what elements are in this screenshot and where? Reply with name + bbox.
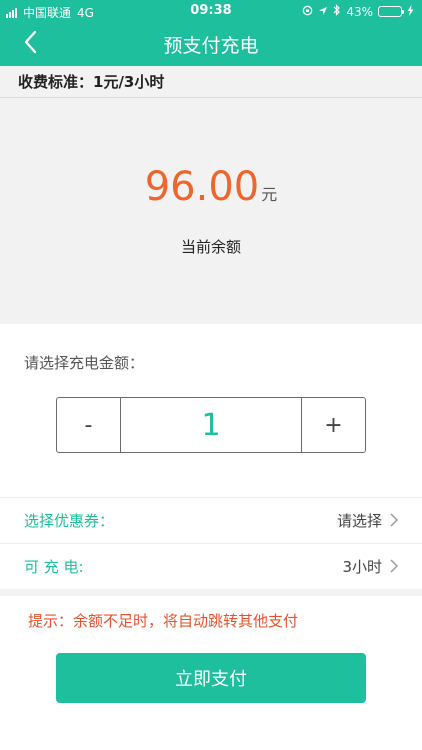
balance-panel: 96.00 元 当前余额 bbox=[0, 98, 422, 324]
coupon-label: 选择优惠券： bbox=[24, 511, 115, 530]
amount-stepper: - 1 + bbox=[56, 397, 366, 453]
minus-button[interactable]: - bbox=[57, 398, 120, 452]
nav-bar: 预支付充电 bbox=[0, 22, 422, 66]
balance-label: 当前余额 bbox=[180, 238, 241, 256]
status-right: 43% bbox=[302, 4, 414, 19]
status-bar: 中国联通 4G 09:38 43% bbox=[0, 0, 422, 22]
balance-amount: 96.00 bbox=[144, 164, 260, 210]
plus-button[interactable]: + bbox=[302, 398, 365, 452]
rotation-lock-icon bbox=[302, 5, 313, 19]
bluetooth-icon bbox=[333, 4, 341, 19]
pay-now-button[interactable]: 立即支付 bbox=[56, 653, 366, 703]
balance-unit: 元 bbox=[261, 185, 278, 204]
charge-standard: 收费标准：1元/3小时 bbox=[0, 66, 422, 98]
section-divider bbox=[0, 589, 422, 596]
coupon-row[interactable]: 选择优惠券： 请选择 bbox=[0, 497, 422, 542]
chevron-right-icon bbox=[390, 559, 398, 573]
header: 中国联通 4G 09:38 43% 预支付充电 bbox=[0, 0, 422, 66]
balance-amount-row: 96.00 元 bbox=[0, 164, 422, 210]
battery-icon bbox=[378, 6, 404, 17]
amount-value[interactable]: 1 bbox=[120, 398, 302, 452]
location-icon bbox=[318, 5, 328, 19]
charge-time-label: 可 充 电: bbox=[24, 557, 84, 576]
charging-icon bbox=[407, 4, 414, 19]
battery-percent: 43% bbox=[346, 4, 373, 19]
charge-time-row[interactable]: 可 充 电: 3小时 bbox=[0, 543, 422, 588]
hint-text: 提示：余额不足时，将自动跳转其他支付 bbox=[28, 612, 299, 630]
chevron-right-icon bbox=[390, 513, 398, 527]
charge-time-value: 3小时 bbox=[342, 557, 382, 576]
amount-select-label: 请选择充电金额： bbox=[24, 354, 145, 372]
coupon-value: 请选择 bbox=[336, 511, 382, 530]
page-title: 预支付充电 bbox=[163, 35, 259, 57]
